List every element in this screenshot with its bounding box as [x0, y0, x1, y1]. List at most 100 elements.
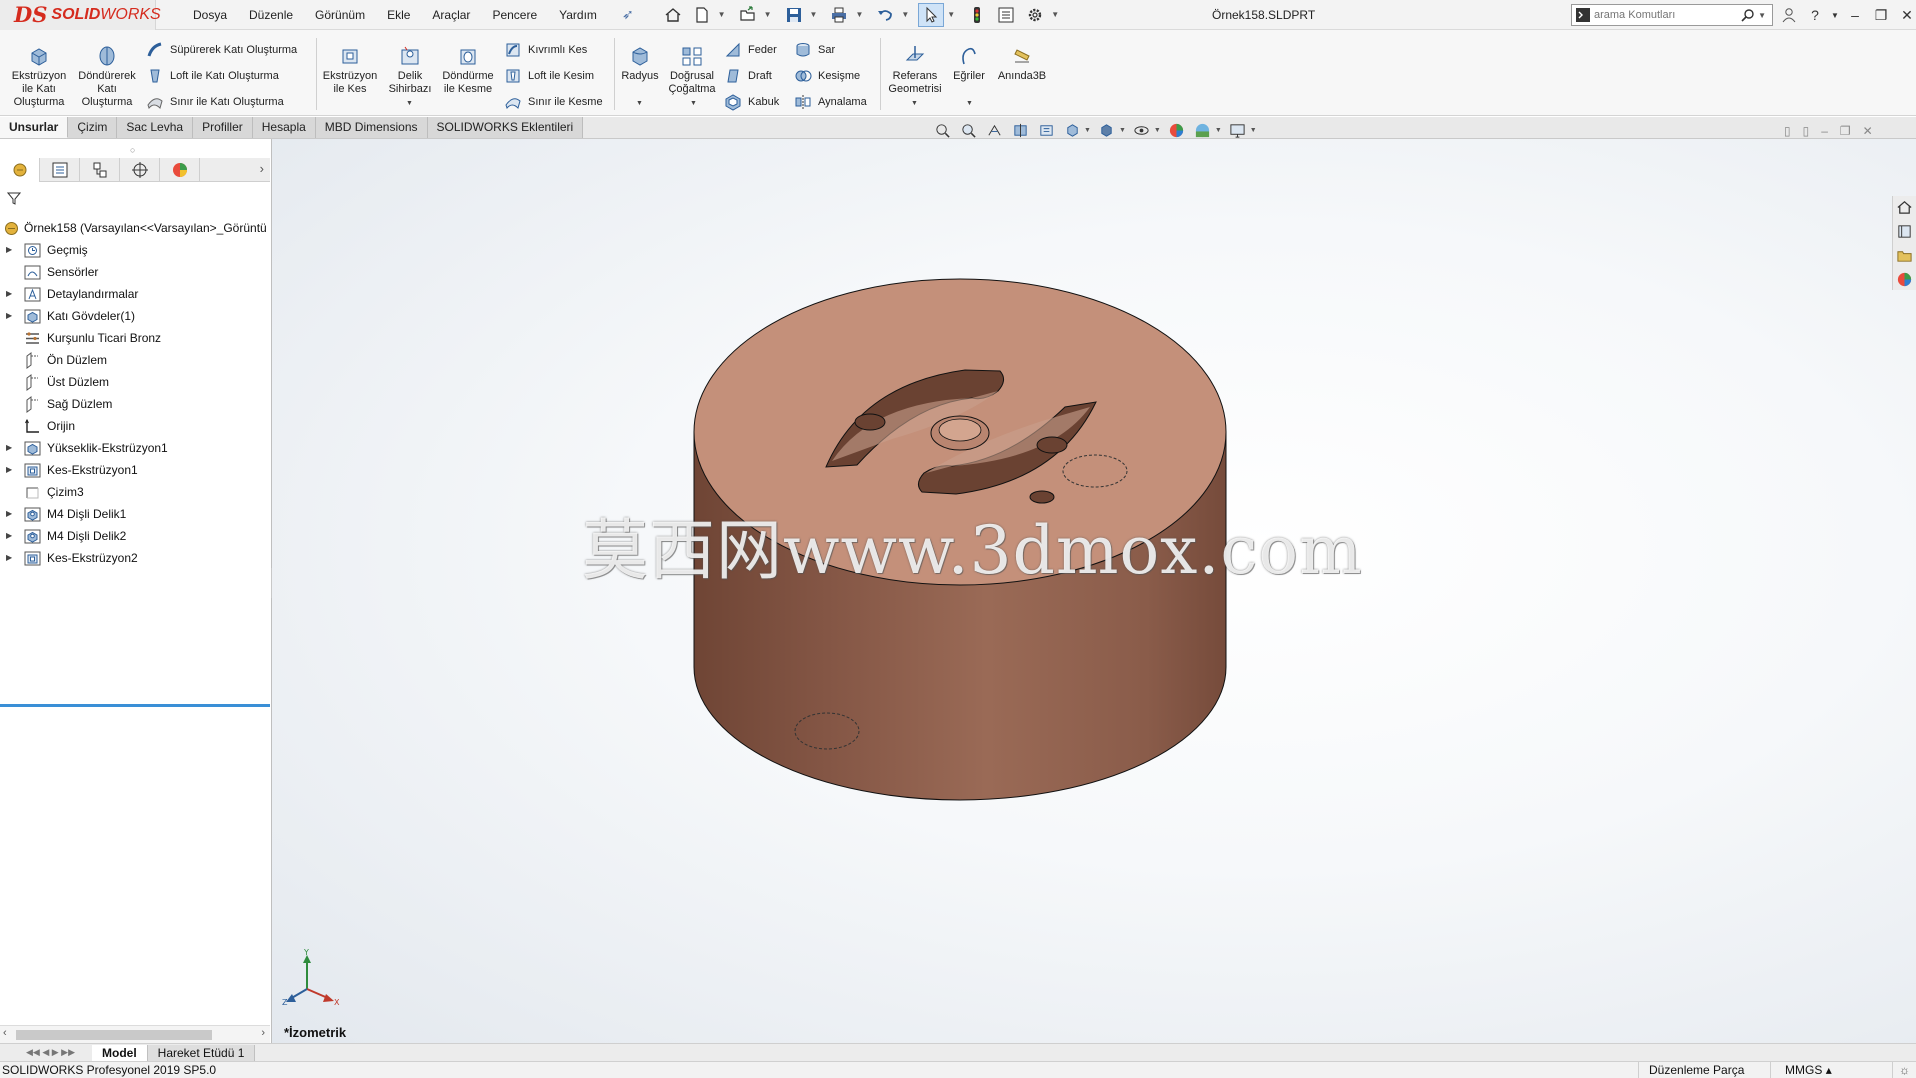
open-dropdown-icon[interactable]: ▼ [764, 10, 772, 19]
boundary-cut-button[interactable]: Sınır ile Kesme [504, 92, 603, 112]
tree-item-sensorler[interactable]: Sensörler [0, 261, 270, 283]
search-icon[interactable] [1738, 5, 1758, 25]
viewport-collapse-right-icon[interactable]: ▯ [1803, 124, 1810, 138]
tree-item-detaylandirmalar[interactable]: ▶ Detaylandırmalar [0, 283, 270, 305]
tree-root-part[interactable]: Örnek158 (Varsayılan<<Varsayılan>_Görünt… [0, 217, 270, 239]
print-dropdown-icon[interactable]: ▼ [855, 10, 863, 19]
tab-motion-study-1[interactable]: Hareket Etüdü 1 [147, 1044, 256, 1061]
configuration-manager-tab-icon[interactable] [80, 158, 120, 182]
new-dropdown-icon[interactable]: ▼ [718, 10, 726, 19]
expand-arrow-icon[interactable]: ▶ [6, 239, 12, 261]
tree-item-orijin[interactable]: Orijin [0, 415, 270, 437]
new-document-icon[interactable] [689, 3, 715, 27]
expand-arrow-icon[interactable]: ▶ [6, 283, 12, 305]
reference-geometry-button[interactable]: Referans Geometrisi [884, 44, 946, 96]
edit-appearance-icon[interactable] [1167, 121, 1187, 139]
pattern-dropdown-icon[interactable]: ▼ [690, 100, 697, 107]
search-dropdown-icon[interactable]: ▼ [1758, 11, 1766, 20]
tree-item-kes-ekstruzyon2[interactable]: ▶ Kes-Ekstrüzyon2 [0, 547, 270, 569]
shell-button[interactable]: Kabuk [724, 92, 779, 112]
file-explorer-icon[interactable] [1893, 244, 1915, 266]
panel-grip[interactable]: ○ [130, 145, 135, 155]
zoom-to-area-icon[interactable] [958, 121, 978, 139]
linear-pattern-button[interactable]: Doğrusal Çoğaltma [664, 44, 720, 96]
filter-icon[interactable] [6, 191, 22, 208]
tree-item-kursunlu-ticari-bronz[interactable]: Kurşunlu Ticari Bronz [0, 327, 270, 349]
tree-item-ust-duzlem[interactable]: Üst Düzlem [0, 371, 270, 393]
search-input[interactable] [1594, 9, 1739, 21]
display-style-dropdown-icon[interactable]: ▼ [1119, 127, 1126, 134]
hole-wizard-dropdown-icon[interactable]: ▼ [406, 100, 413, 107]
help-dropdown-icon[interactable]: ▼ [1831, 3, 1839, 27]
revolve-boss-button[interactable]: Döndürerek Katı Oluşturma [74, 44, 140, 109]
feature-manager-tab-icon[interactable] [0, 158, 40, 182]
tab-evaluate[interactable]: Hesapla [252, 117, 316, 138]
property-manager-tab-icon[interactable] [40, 158, 80, 182]
menu-help[interactable]: Yardım [548, 0, 608, 30]
expand-arrow-icon[interactable]: ▶ [6, 305, 12, 327]
solidworks-logo[interactable]: DS SOLIDWORKS [0, 0, 161, 30]
expand-arrow-icon[interactable]: ▶ [6, 547, 12, 569]
loft-cut-button[interactable]: Loft ile Kesim [504, 66, 594, 86]
reference-geometry-dropdown-icon[interactable]: ▼ [911, 100, 918, 107]
tab-navigation-arrows[interactable]: ◀◀ ◀ ▶ ▶▶ [0, 1047, 92, 1058]
panel-tabs-next-icon[interactable]: › [260, 161, 264, 176]
tree-item-kati-govdeler-1[interactable]: ▶ Katı Gövdeler(1) [0, 305, 270, 327]
undo-icon[interactable] [872, 3, 898, 27]
expand-arrow-icon[interactable]: ▶ [6, 503, 12, 525]
rebuild-status-icon[interactable]: ☼ [1892, 1062, 1910, 1078]
traffic-light-icon[interactable] [964, 3, 990, 27]
unit-system-selector[interactable]: MMGS ▴ [1770, 1062, 1832, 1078]
graphics-area[interactable]: 莫西网www.3dmox.com Y X Z *İzometrik [272, 139, 1916, 1046]
scroll-right-icon[interactable]: › [261, 1027, 265, 1039]
tab-solidworks-addins[interactable]: SOLIDWORKS Eklentileri [427, 117, 584, 138]
open-folder-icon[interactable] [735, 3, 761, 27]
hide-show-items-icon[interactable] [1132, 121, 1152, 139]
tree-item-yukseklik-ekstruzyon1[interactable]: ▶ Yükseklik-Ekstrüzyon1 [0, 437, 270, 459]
save-dropdown-icon[interactable]: ▼ [810, 10, 818, 19]
dimxpert-manager-tab-icon[interactable] [120, 158, 160, 182]
intersect-button[interactable]: Kesişme [794, 66, 860, 86]
curves-button[interactable]: Eğriler [948, 44, 990, 83]
solidworks-resources-icon[interactable] [1893, 196, 1915, 218]
tab-sheet-metal[interactable]: Sac Levha [117, 117, 194, 138]
appearances-icon[interactable] [1893, 268, 1915, 290]
tree-item-cizim3[interactable]: Çizim3 [0, 481, 270, 503]
boundary-boss-button[interactable]: Sınır ile Katı Oluşturma [146, 92, 284, 112]
user-account-icon[interactable] [1779, 3, 1799, 27]
view-orientation-icon[interactable] [1062, 121, 1082, 139]
rollback-bar[interactable] [0, 704, 270, 707]
zoom-to-fit-icon[interactable] [932, 121, 952, 139]
extrude-boss-button[interactable]: Ekstrüzyon ile Katı Oluşturma [8, 44, 70, 109]
scene-dropdown-icon[interactable]: ▼ [1215, 127, 1222, 134]
draft-button[interactable]: Draft [724, 66, 772, 86]
hole-wizard-button[interactable]: Delik Sihirbazı [384, 44, 436, 96]
viewport-restore-icon[interactable]: ❐ [1840, 124, 1851, 138]
close-icon[interactable]: ✕ [1897, 3, 1916, 27]
options-dropdown-icon[interactable]: ▼ [1051, 10, 1059, 19]
select-cursor-icon[interactable] [918, 2, 945, 27]
curves-dropdown-icon[interactable]: ▼ [966, 100, 973, 107]
file-properties-icon[interactable] [993, 3, 1019, 27]
tree-item-kes-ekstruzyon1[interactable]: ▶ Kes-Ekstrüzyon1 [0, 459, 270, 481]
mirror-button[interactable]: Aynalama [794, 92, 867, 112]
view-orientation-dropdown-icon[interactable]: ▼ [1084, 127, 1091, 134]
design-library-icon[interactable] [1893, 220, 1915, 242]
fillet-button[interactable]: Radyus [618, 44, 662, 83]
apply-scene-icon[interactable] [1193, 121, 1213, 139]
view-settings-icon[interactable] [1228, 121, 1248, 139]
menu-view[interactable]: Görünüm [304, 0, 376, 30]
home-icon[interactable] [660, 3, 686, 27]
minimize-icon[interactable]: – [1845, 3, 1865, 27]
hide-show-dropdown-icon[interactable]: ▼ [1154, 127, 1161, 134]
extrude-cut-button[interactable]: Ekstrüzyon ile Kes [320, 44, 380, 96]
swept-cut-button[interactable]: Kıvrımlı Kes [504, 40, 587, 60]
swept-boss-button[interactable]: Süpürerek Katı Oluşturma [146, 40, 297, 60]
menu-insert[interactable]: Ekle [376, 0, 421, 30]
view-settings-dropdown-icon[interactable]: ▼ [1250, 127, 1257, 134]
undo-dropdown-icon[interactable]: ▼ [901, 10, 909, 19]
rib-button[interactable]: Feder [724, 40, 777, 60]
viewport-collapse-left-icon[interactable]: ▯ [1784, 124, 1791, 138]
wrap-button[interactable]: Sar [794, 40, 835, 60]
tree-item-sag-duzlem[interactable]: Sağ Düzlem [0, 393, 270, 415]
